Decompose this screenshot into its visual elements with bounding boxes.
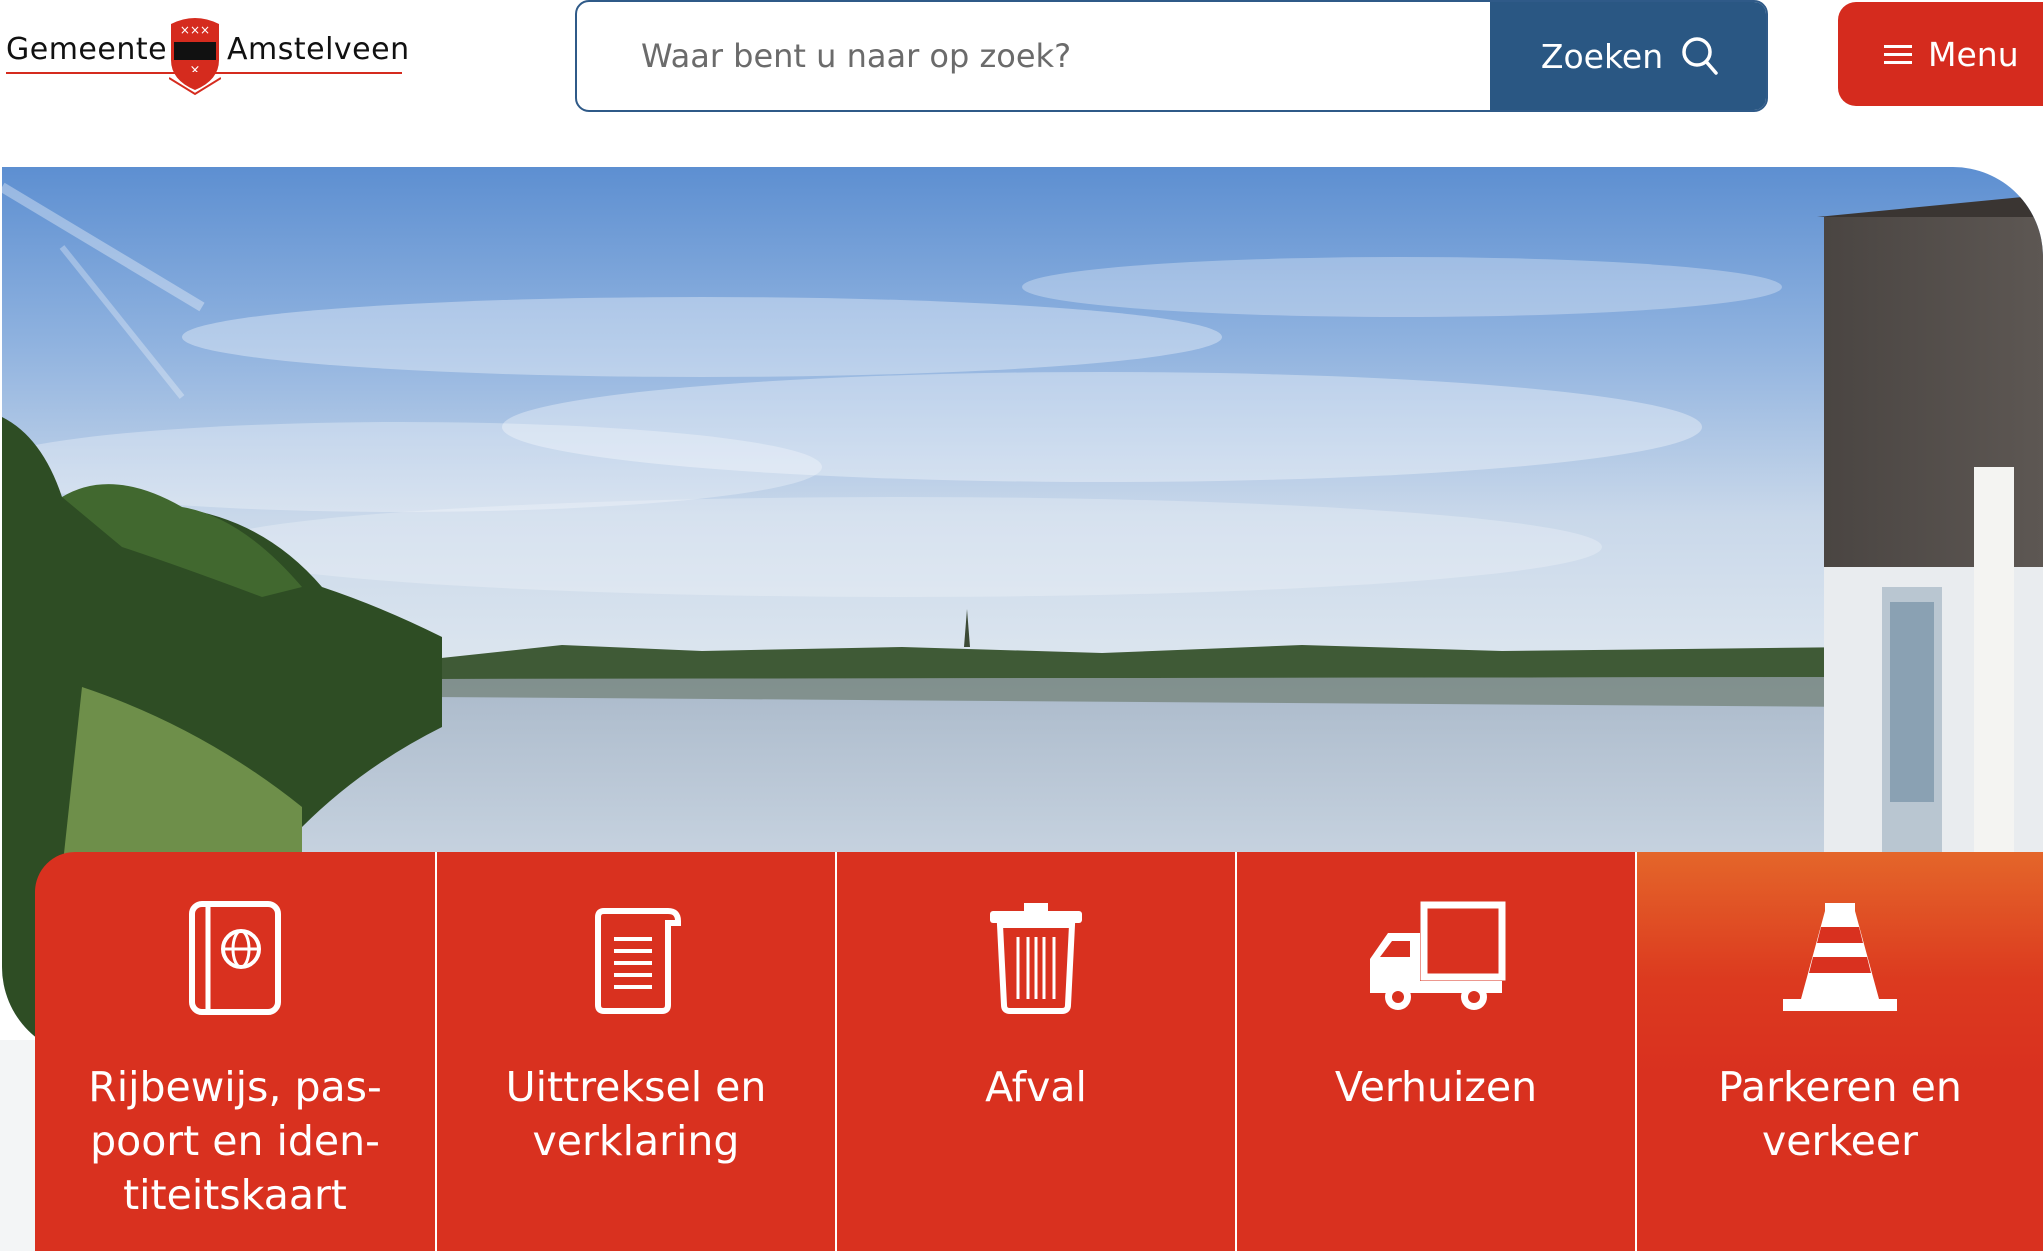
tile-rijbewijs[interactable]: Rijbewijs, pas- poort en iden- titeitska… bbox=[35, 852, 435, 1251]
tile-parkeren[interactable]: Parkeren en verkeer bbox=[1635, 852, 2043, 1251]
tile-label-uittreksel: Uittreksel en verklaring bbox=[505, 1063, 767, 1165]
tile-label-verhuizen: Verhuizen bbox=[1334, 1063, 1538, 1111]
logo-underline bbox=[6, 72, 402, 74]
menu-button[interactable]: Menu bbox=[1838, 2, 2043, 106]
tile-label-parkeren: Parkeren en verkeer bbox=[1718, 1063, 1962, 1165]
traffic-cone-icon bbox=[1783, 903, 1897, 1011]
site-header: Gemeente ××× × Amstelveen Zoeken Menu bbox=[0, 0, 2043, 167]
hamburger-icon bbox=[1884, 45, 1912, 64]
logo-text-amstelveen: Amstelveen bbox=[227, 32, 410, 67]
search-form: Zoeken bbox=[575, 0, 1768, 112]
tile-uittreksel[interactable]: Uittreksel en verklaring bbox=[435, 852, 835, 1251]
tile-label-rijbewijs: Rijbewijs, pas- poort en iden- titeitska… bbox=[88, 1063, 382, 1219]
search-input[interactable] bbox=[577, 2, 1477, 110]
site-logo[interactable]: Gemeente ××× × Amstelveen bbox=[4, 10, 409, 100]
trash-bin-icon bbox=[990, 903, 1082, 1014]
document-scroll-icon bbox=[595, 908, 681, 1014]
svg-text:×: × bbox=[190, 63, 201, 78]
tile-afval[interactable]: Afval bbox=[835, 852, 1235, 1251]
logo-text-gemeente: Gemeente bbox=[6, 32, 168, 67]
svg-text:×××: ××× bbox=[180, 23, 210, 37]
search-icon bbox=[1682, 37, 1718, 75]
tile-label-afval: Afval bbox=[985, 1063, 1087, 1111]
coat-of-arms-icon: ××× × bbox=[169, 18, 221, 96]
search-button-label: Zoeken bbox=[1540, 36, 1664, 76]
tile-verhuizen[interactable]: Verhuizen bbox=[1235, 852, 1635, 1251]
moving-truck-icon bbox=[1370, 901, 1506, 1010]
quick-links: Rijbewijs, pas- poort en iden- titeitska… bbox=[35, 852, 2043, 1251]
search-button[interactable]: Zoeken bbox=[1490, 2, 1766, 110]
passport-icon bbox=[189, 901, 281, 1015]
menu-label: Menu bbox=[1928, 34, 2019, 74]
